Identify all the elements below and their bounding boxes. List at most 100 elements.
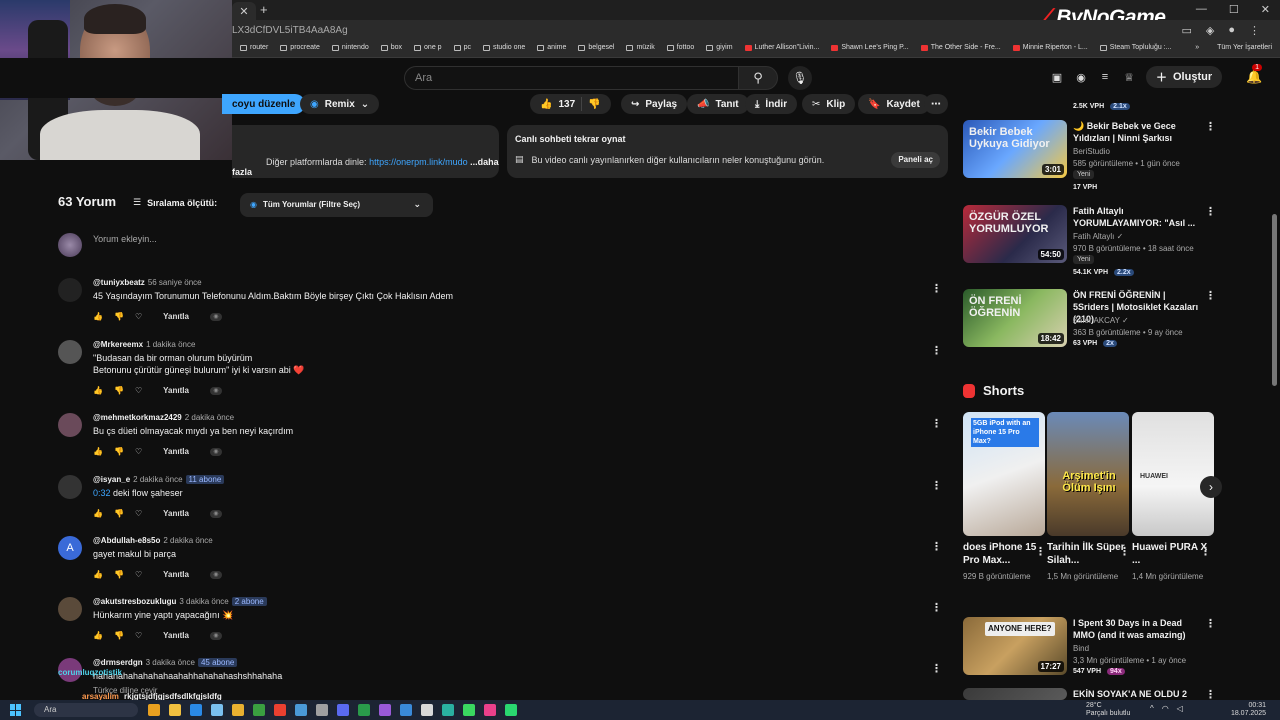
comment-author[interactable]: @Mrkereemx <box>93 340 143 349</box>
video-thumbnail[interactable]: ÖZGÜR ÖZEL YORUMLUYOR 54:50 <box>963 205 1067 263</box>
video-meta[interactable]: Bind <box>1073 643 1089 654</box>
menu-icon[interactable]: ⋮ <box>1249 24 1260 37</box>
taskbar-app-icon[interactable] <box>505 704 517 716</box>
bookmark-item[interactable]: giyim <box>706 44 733 51</box>
like-icon[interactable]: 👍 <box>93 631 103 640</box>
timestamp-link[interactable]: 0:32 <box>93 488 111 498</box>
dislike-icon[interactable]: 👎 <box>114 631 124 640</box>
weather-widget[interactable]: 28°C Parçalı bulutlu <box>1086 702 1130 718</box>
short-menu-icon[interactable]: ⋮ <box>1200 545 1211 558</box>
comment-author[interactable]: @isyan_e <box>93 475 130 484</box>
reply-button[interactable]: Yanıtla <box>163 312 189 321</box>
dislike-icon[interactable]: 👎 <box>114 570 124 579</box>
windows-start-icon[interactable] <box>10 704 22 716</box>
bookmark-item[interactable]: müzik <box>626 44 655 51</box>
remix-extension-icon[interactable]: ◉ <box>209 312 222 321</box>
like-button[interactable]: 👍 <box>540 99 552 110</box>
list-icon[interactable]: ≡ <box>1098 71 1112 83</box>
comment-menu-icon[interactable]: ⋮ <box>931 282 942 295</box>
comment-time[interactable]: 56 saniye önce <box>148 278 202 287</box>
dislike-button[interactable]: 👎 <box>588 99 600 110</box>
new-tab-button[interactable]: + <box>260 2 268 17</box>
description-card[interactable]: Diğer platformlarda dinle: https://onerp… <box>232 125 499 178</box>
like-icon[interactable]: 👍 <box>93 509 103 518</box>
clip-button[interactable]: ✂ Klip <box>802 94 856 114</box>
comment-menu-icon[interactable]: ⋮ <box>931 417 942 430</box>
taskbar-app-icon[interactable] <box>379 704 391 716</box>
maximize-icon[interactable]: ☐ <box>1229 3 1239 16</box>
save-button[interactable]: 🔖 Kaydet <box>858 94 930 114</box>
like-icon[interactable]: 👍 <box>93 312 103 321</box>
avatar[interactable] <box>58 340 82 364</box>
taskbar-app-icon[interactable] <box>274 704 286 716</box>
open-panel-button[interactable]: Paneli aç <box>891 152 940 168</box>
avatar[interactable] <box>58 597 82 621</box>
remix-extension-icon[interactable]: ◉ <box>209 447 222 456</box>
video-title[interactable]: I Spent 30 Days in a Dead MMO (and it wa… <box>1073 617 1203 641</box>
reply-button[interactable]: Yanıtla <box>163 386 189 395</box>
comment-author[interactable]: @tuniyxbeatz <box>93 278 145 287</box>
taskbar-app-icon[interactable] <box>148 704 160 716</box>
video-thumbnail[interactable]: ANYONE HERE? 17:27 <box>963 617 1067 675</box>
short-menu-icon[interactable]: ⋮ <box>1035 545 1046 558</box>
sidebar-video[interactable]: EKİN SOYAK'A NE OLDU 2 ⋮ <box>963 688 1218 701</box>
create-button[interactable]: ＋ Oluştur <box>1146 66 1223 88</box>
avatar[interactable]: A <box>58 536 82 560</box>
search-button[interactable]: ⚲ <box>738 66 778 90</box>
video-menu-icon[interactable]: ⋮ <box>1205 205 1216 218</box>
taskbar-app-icon[interactable] <box>421 704 433 716</box>
bookmark-item[interactable]: Shawn Lee's Ping P... <box>831 44 909 51</box>
video-menu-icon[interactable]: ⋮ <box>1205 120 1216 133</box>
translate-link[interactable]: Türkçe diline çevir <box>93 686 157 695</box>
sidebar-video[interactable]: ÖZGÜR ÖZEL YORUMLUYOR 54:50 Fatih Altaylı … <box>963 205 1218 276</box>
bookmark-item[interactable]: router <box>240 44 268 51</box>
like-icon[interactable]: 👍 <box>93 447 103 456</box>
video-meta[interactable]: Fatih Altaylı ✓ <box>1073 231 1123 242</box>
scrollbar[interactable] <box>1272 214 1277 386</box>
taskbar-app-icon[interactable] <box>442 704 454 716</box>
promote-button[interactable]: 📣 Tanıt <box>687 94 749 114</box>
taskbar-clock[interactable]: 00:31 18.07.2025 <box>1231 702 1266 718</box>
description-link[interactable]: https://onerpm.link/mudo <box>369 157 468 167</box>
comment-time[interactable]: 3 dakika önce <box>179 597 228 606</box>
remix-extension-icon[interactable]: ◉ <box>209 386 222 395</box>
reply-button[interactable]: Yanıtla <box>163 570 189 579</box>
like-icon[interactable]: 👍 <box>93 386 103 395</box>
short-menu-icon[interactable]: ⋮ <box>1119 545 1130 558</box>
avatar[interactable] <box>58 413 82 437</box>
remix-extension-icon[interactable]: ◉ <box>209 509 222 518</box>
voice-search-button[interactable]: 🎙 <box>788 66 812 90</box>
comment-menu-icon[interactable]: ⋮ <box>931 662 942 675</box>
comment-time[interactable]: 1 dakika önce <box>146 340 195 349</box>
bookmark-item[interactable]: fottoo <box>666 44 694 51</box>
share-button[interactable]: ↪ Paylaş <box>621 94 688 114</box>
bookmark-item[interactable]: Steam Topluluğu :... <box>1099 44 1171 51</box>
reply-button[interactable]: Yanıtla <box>163 631 189 640</box>
comment-author[interactable]: @Abdullah-e8s5o <box>93 536 160 545</box>
heart-icon[interactable]: ♡ <box>135 312 142 321</box>
bookmark-item[interactable]: belgesel <box>578 44 614 51</box>
heart-icon[interactable]: ♡ <box>135 509 142 518</box>
remix-extension-icon[interactable]: ◉ <box>1074 71 1088 84</box>
taskbar-app-icon[interactable] <box>337 704 349 716</box>
bookmark-item[interactable]: one p <box>414 44 442 51</box>
bookmark-item[interactable]: nintendo <box>331 44 369 51</box>
sidebar-video[interactable]: Bekir Bebek Uykuya Gidiyor 3:01 🌙 Bekir Be… <box>963 120 1218 191</box>
sort-button[interactable]: ☰ Sıralama ölçütü: <box>133 197 217 208</box>
bookmark-item[interactable]: Minnie Riperton - L... <box>1012 44 1088 51</box>
taskbar-app-icon[interactable] <box>400 704 412 716</box>
remix-extension-icon[interactable]: ◉ <box>209 631 222 640</box>
more-actions-button[interactable]: ⋯ <box>924 94 948 114</box>
dislike-icon[interactable]: 👎 <box>114 509 124 518</box>
avatar[interactable] <box>58 278 82 302</box>
taskbar-app-icon[interactable] <box>253 704 265 716</box>
add-comment-input[interactable]: Yorum ekleyin... <box>93 234 157 244</box>
comment-author[interactable]: @mehmetkorkmaz2429 <box>93 413 182 422</box>
video-meta[interactable]: BeriStudio <box>1073 146 1110 157</box>
comment-menu-icon[interactable]: ⋮ <box>931 479 942 492</box>
heart-icon[interactable]: ♡ <box>135 631 142 640</box>
heart-icon[interactable]: ♡ <box>135 570 142 579</box>
profile-icon[interactable]: ● <box>1228 24 1235 37</box>
comment-time[interactable]: 2 dakika önce <box>133 475 182 484</box>
reply-button[interactable]: Yanıtla <box>163 447 189 456</box>
